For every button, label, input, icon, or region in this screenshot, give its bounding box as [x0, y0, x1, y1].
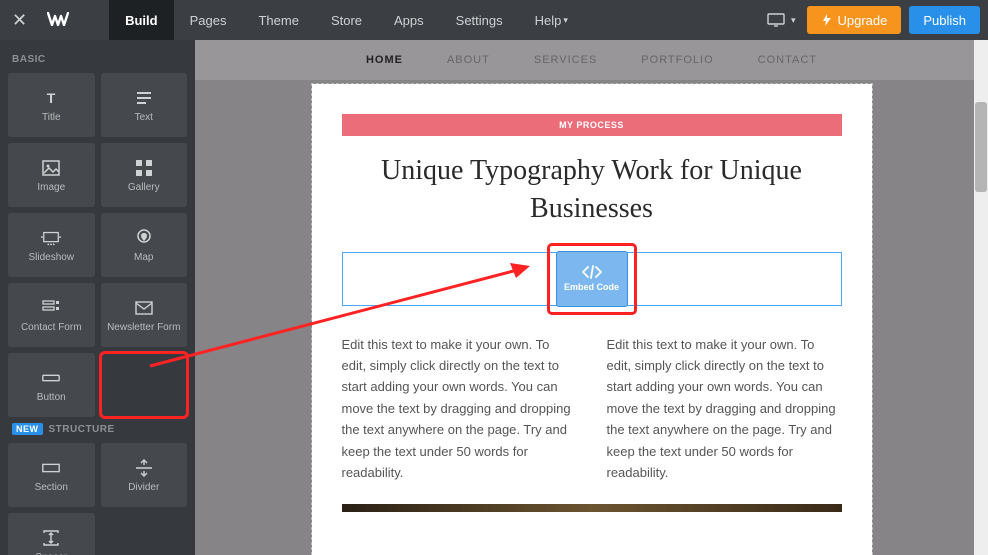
button-icon [41, 368, 61, 388]
map-icon [134, 228, 154, 248]
tile-newsletter-form[interactable]: Newsletter Form [101, 283, 188, 347]
gallery-icon [134, 158, 154, 178]
nav-services[interactable]: SERVICES [534, 54, 597, 66]
site-nav: HOME ABOUT SERVICES PORTFOLIO CONTACT [195, 40, 988, 80]
upgrade-button[interactable]: Upgrade [807, 6, 901, 34]
publish-button[interactable]: Publish [909, 6, 980, 34]
tile-image[interactable]: Image [8, 143, 95, 207]
tab-store[interactable]: Store [315, 0, 378, 40]
image-icon [41, 158, 61, 178]
scrollbar-track[interactable] [974, 40, 988, 555]
nav-about[interactable]: ABOUT [447, 54, 490, 66]
section-icon [41, 458, 61, 478]
tab-build[interactable]: Build [109, 0, 174, 40]
tile-slideshow[interactable]: Slideshow [8, 213, 95, 277]
sidebar-section-basic: BASIC [8, 48, 187, 73]
tile-gallery[interactable]: Gallery [101, 143, 188, 207]
embed-code-tile[interactable]: Embed Code [556, 251, 628, 307]
page-heading[interactable]: Unique Typography Work for Unique Busine… [342, 152, 842, 228]
contact-form-icon [41, 298, 61, 318]
weebly-logo[interactable] [47, 10, 69, 31]
tab-settings[interactable]: Settings [440, 0, 519, 40]
divider-icon [134, 458, 154, 478]
topbar-tabs: Build Pages Theme Store Apps Settings He… [109, 0, 584, 40]
canvas: HOME ABOUT SERVICES PORTFOLIO CONTACT MY… [195, 40, 988, 555]
tile-map[interactable]: Map [101, 213, 188, 277]
device-preview-button[interactable]: ▾ [755, 13, 808, 27]
process-pill[interactable]: MY PROCESS [342, 114, 842, 136]
tile-button[interactable]: Button [8, 353, 95, 417]
tab-theme[interactable]: Theme [242, 0, 314, 40]
tile-contact-form[interactable]: Contact Form [8, 283, 95, 347]
nav-home[interactable]: HOME [366, 54, 403, 66]
image-block[interactable] [342, 504, 842, 512]
tab-help[interactable]: Help▾ [519, 0, 584, 40]
topbar: ✕ Build Pages Theme Store Apps Settings … [0, 0, 988, 40]
text-column-1[interactable]: Edit this text to make it your own. To e… [342, 334, 577, 484]
title-icon: T [41, 88, 61, 108]
chevron-down-icon: ▾ [791, 15, 796, 26]
page-content[interactable]: MY PROCESS Unique Typography Work for Un… [312, 84, 872, 555]
text-column-2[interactable]: Edit this text to make it your own. To e… [607, 334, 842, 484]
scrollbar-thumb[interactable] [975, 102, 987, 192]
chevron-down-icon: ▾ [563, 15, 568, 26]
tab-apps[interactable]: Apps [378, 0, 440, 40]
sidebar-section-structure: NEW STRUCTURE [8, 417, 187, 443]
tab-pages[interactable]: Pages [174, 0, 243, 40]
tile-spacer[interactable]: Spacer [8, 513, 95, 555]
newsletter-icon [134, 298, 154, 318]
tile-section[interactable]: Section [8, 443, 95, 507]
drop-zone[interactable]: Embed Code [342, 252, 842, 306]
code-icon [581, 265, 603, 279]
elements-sidebar: BASIC T Title Text Image Gallery Slidesh… [0, 40, 195, 555]
spacer-icon [41, 528, 61, 548]
slideshow-icon [41, 228, 61, 248]
svg-text:T: T [47, 90, 56, 106]
lightning-icon [821, 14, 833, 26]
nav-contact[interactable]: CONTACT [758, 54, 817, 66]
tile-embed-code-source[interactable] [101, 353, 188, 417]
tile-title[interactable]: T Title [8, 73, 95, 137]
new-badge: NEW [12, 423, 43, 435]
text-icon [134, 88, 154, 108]
close-icon[interactable]: ✕ [12, 10, 27, 31]
tile-text[interactable]: Text [101, 73, 188, 137]
tile-divider[interactable]: Divider [101, 443, 188, 507]
nav-portfolio[interactable]: PORTFOLIO [641, 54, 713, 66]
